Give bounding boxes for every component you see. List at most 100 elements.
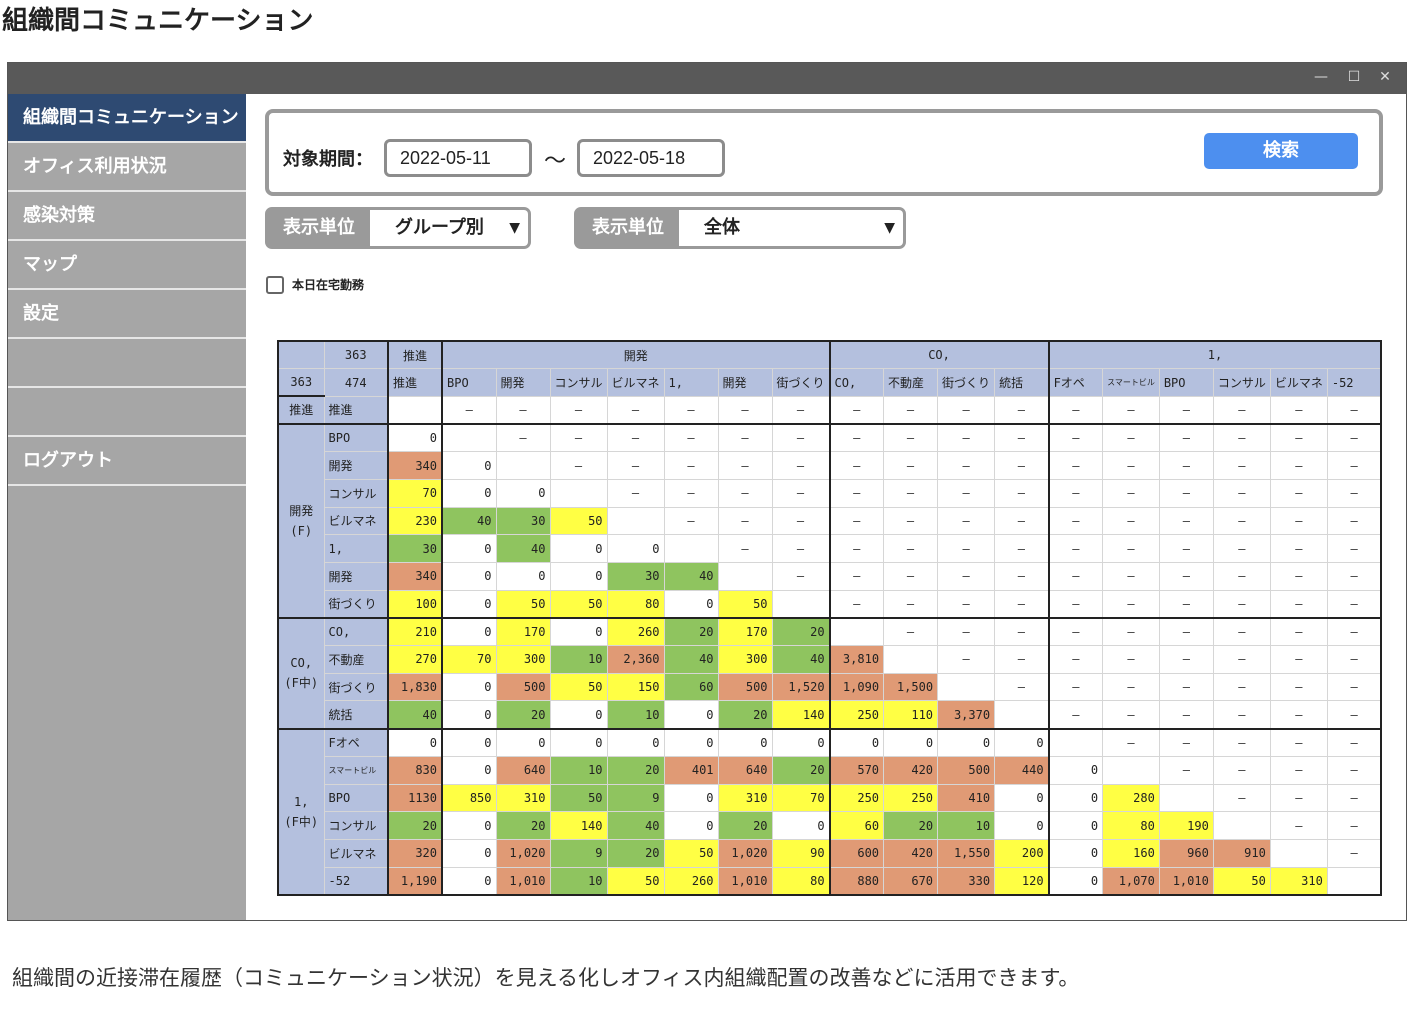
matrix-cell: —	[1047, 562, 1104, 591]
matrix-cell: —	[1102, 478, 1160, 508]
sidebar-item-office-usage[interactable]: オフィス利用状況	[8, 143, 246, 192]
matrix-cell: —	[717, 506, 773, 536]
matrix-col-header: 街づくり	[937, 368, 996, 397]
sidebar-item-logout[interactable]: ログアウト	[8, 437, 246, 486]
display-unit-select-1[interactable]: 表示単位 グループ別 ▼	[265, 207, 531, 249]
matrix-cell: 210	[387, 616, 443, 647]
matrix-cell: 70	[441, 645, 497, 674]
matrix-cell: 1130	[387, 783, 443, 813]
matrix-cell: 50	[549, 783, 608, 813]
display-unit-value-1-text: グループ別	[395, 217, 484, 238]
matrix-cell: 50	[663, 838, 719, 868]
display-unit-value-1[interactable]: グループ別 ▼	[370, 210, 528, 246]
matrix-cell: 0	[441, 589, 497, 619]
matrix-col-header: 開発	[495, 368, 551, 397]
matrix-cell: 910	[1212, 838, 1271, 868]
matrix-cell: 0	[717, 727, 773, 757]
matrix-row-label: 開発	[323, 451, 389, 480]
matrix-cell: —	[549, 451, 608, 480]
matrix-cell: —	[1326, 451, 1382, 480]
matrix-cell: —	[1047, 534, 1104, 563]
table-row: 開発 (F) BPO 0— — — — — — — — — — — — — — — —	[277, 423, 1382, 619]
matrix-cell: 0	[387, 727, 443, 757]
matrix-cell: —	[937, 562, 996, 591]
matrix-cell: 80	[771, 866, 831, 896]
matrix-row-label: Fオペ	[323, 727, 389, 757]
matrix-cell	[1102, 755, 1160, 785]
matrix-cell: 0	[495, 478, 551, 508]
matrix-cell: 960	[1158, 838, 1214, 868]
table-row: 推進 推進 — — — — — — — — — — — — — — — — —	[277, 395, 1382, 425]
matrix-cell: 880	[828, 866, 885, 896]
matrix-cell: 850	[441, 783, 497, 813]
matrix-cell: —	[1269, 395, 1328, 425]
matrix-cell: 0	[994, 783, 1050, 813]
matrix-cell: 30	[606, 562, 665, 591]
matrix-cell: —	[771, 534, 831, 563]
matrix-cell	[1047, 727, 1104, 757]
sidebar: 組織間コミュニケーション オフィス利用状況 感染対策 マップ 設定 ログアウト	[8, 94, 246, 920]
matrix-cell: 2,360	[606, 645, 665, 674]
matrix-cell: 0	[441, 866, 497, 896]
matrix-cell: —	[937, 645, 996, 674]
matrix-cell: 1,500	[883, 672, 939, 702]
table-row: 開発 340 0— — — — — — — — — — — — — — —	[278, 451, 1382, 480]
matrix-cell: —	[883, 423, 939, 453]
matrix-cell	[1269, 838, 1328, 868]
matrix-cell: —	[994, 395, 1050, 425]
matrix-cell	[937, 672, 996, 702]
table-row: BPO 1130 850 310 50 9 0 310 70 250 250 410 0 0 280— — —	[278, 783, 1382, 813]
matrix-corner-label: 363	[277, 368, 325, 397]
matrix-cell: —	[1102, 616, 1160, 647]
matrix-cell: —	[1102, 700, 1160, 730]
close-icon[interactable]: ✕	[1376, 69, 1394, 85]
matrix-cell	[441, 423, 497, 453]
matrix-cell: —	[994, 534, 1050, 563]
matrix-cell: —	[828, 534, 885, 563]
matrix-cell: 190	[1158, 811, 1214, 840]
matrix-cell: —	[937, 589, 996, 619]
matrix-col-header: コンサル	[549, 368, 608, 397]
app-window: — ☐ ✕ 組織間コミュニケーション オフィス利用状況 感染対策 マップ 設定 …	[7, 62, 1407, 921]
matrix-cell: 20	[606, 838, 665, 868]
sidebar-item-infection-control[interactable]: 感染対策	[8, 192, 246, 241]
display-unit-value-2[interactable]: 全体 ▼	[679, 210, 903, 246]
matrix-row-label: 統括	[323, 700, 389, 730]
matrix-cell: 300	[495, 645, 551, 674]
display-unit-select-2[interactable]: 表示単位 全体 ▼	[574, 207, 906, 249]
matrix-cell: —	[1269, 423, 1328, 453]
matrix-cell: —	[1047, 423, 1104, 453]
chevron-down-icon[interactable]: ▼	[509, 210, 520, 246]
maximize-icon[interactable]: ☐	[1345, 69, 1363, 85]
sidebar-item-org-communication[interactable]: 組織間コミュニケーション	[8, 94, 246, 143]
sidebar-item-settings[interactable]: 設定	[8, 290, 246, 339]
matrix-cell: —	[1047, 700, 1104, 730]
matrix-cell: —	[883, 589, 939, 619]
matrix-cell: —	[1326, 783, 1382, 813]
date-to-input[interactable]: 2022-05-18	[577, 139, 725, 177]
matrix-cell: —	[1158, 395, 1214, 425]
matrix-row-label: 不動産	[323, 645, 389, 674]
chevron-down-icon[interactable]: ▼	[884, 210, 895, 246]
matrix-cell: —	[1047, 451, 1104, 480]
matrix-cell: —	[771, 423, 831, 453]
search-button[interactable]: 検索	[1204, 133, 1358, 169]
matrix-cell: —	[1212, 616, 1271, 647]
matrix-cell: —	[1212, 451, 1271, 480]
date-from-input[interactable]: 2022-05-11	[384, 139, 532, 177]
matrix-cell: 280	[1102, 783, 1160, 813]
work-from-home-checkbox[interactable]	[266, 276, 284, 294]
matrix-cell: 830	[387, 755, 443, 785]
matrix-cell	[828, 616, 885, 647]
matrix-cell: 330	[937, 866, 996, 896]
matrix-cell: 50	[717, 589, 773, 619]
sidebar-item-map[interactable]: マップ	[8, 241, 246, 290]
matrix-cell: 170	[495, 616, 551, 647]
matrix-cell: —	[1158, 589, 1214, 619]
minimize-icon[interactable]: —	[1312, 69, 1330, 85]
matrix-cell: —	[1158, 423, 1214, 453]
matrix-cell: —	[549, 395, 608, 425]
matrix-cell: —	[828, 589, 885, 619]
matrix-cell: —	[1269, 506, 1328, 536]
matrix-cell: 440	[994, 755, 1050, 785]
